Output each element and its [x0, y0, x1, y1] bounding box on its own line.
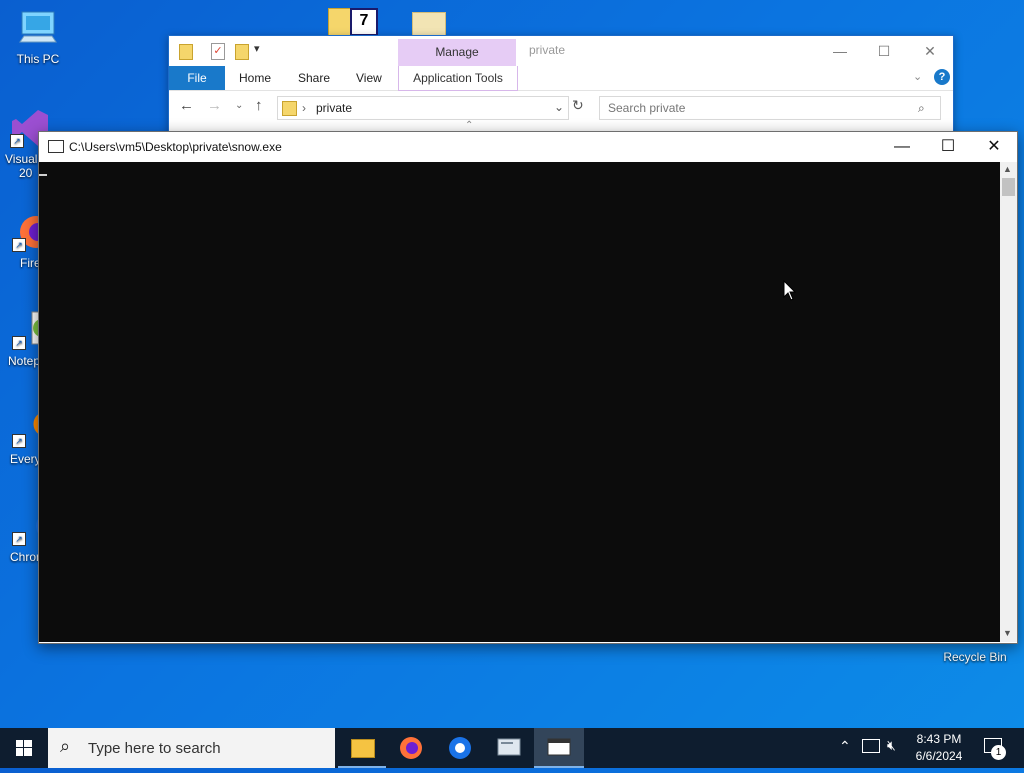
- desktop-icon-this-pc[interactable]: This PC: [0, 8, 76, 66]
- expand-ribbon-icon[interactable]: ⌄: [913, 70, 922, 83]
- tab-file[interactable]: File: [169, 66, 225, 90]
- console-taskbar-icon[interactable]: [534, 728, 584, 768]
- forward-arrow-icon[interactable]: →: [207, 97, 222, 114]
- shortcut-arrow-icon: ↗: [10, 134, 24, 148]
- clock-time[interactable]: 8:43 PM: [912, 732, 966, 746]
- minimize-button[interactable]: —: [879, 132, 925, 162]
- explorer-titlebar[interactable]: ✓ ▾ Manage private — ☐ ✕: [169, 36, 953, 66]
- windows-logo-icon: [16, 740, 32, 756]
- firefox-taskbar-icon[interactable]: [387, 728, 435, 768]
- scroll-up-icon[interactable]: ▲: [1003, 164, 1012, 174]
- breadcrumb-separator-icon: ›: [302, 101, 306, 115]
- minimize-button[interactable]: —: [817, 36, 863, 66]
- desktop-icon-label: This PC: [16, 52, 60, 66]
- app-taskbar-icon[interactable]: [485, 728, 533, 768]
- navigation-bar: ← → ⌄ ↑ › private ⌄ ↻ Search private ⌕: [169, 91, 953, 125]
- scroll-down-icon[interactable]: ▼: [1003, 628, 1012, 638]
- up-arrow-icon[interactable]: ↑: [255, 97, 263, 114]
- mouse-pointer-icon: [783, 280, 797, 301]
- window-title: private: [529, 43, 566, 57]
- text-cursor: [39, 174, 47, 176]
- help-icon[interactable]: ?: [934, 69, 950, 85]
- console-output-area[interactable]: [39, 162, 1000, 642]
- collapse-chevron-icon[interactable]: ⌃: [465, 120, 473, 131]
- maximize-button[interactable]: ☐: [925, 132, 971, 162]
- start-button[interactable]: [0, 728, 48, 768]
- taskbar: ⌕ Type here to search ⌃ 🔇︎ 8:43 PM 6/6/2…: [0, 728, 1024, 768]
- address-bar[interactable]: › private ⌄: [277, 96, 569, 120]
- scrollbar-thumb[interactable]: [1002, 178, 1015, 196]
- folder-icon: [282, 101, 297, 116]
- console-window[interactable]: C:\Users\vm5\Desktop\private\snow.exe — …: [38, 131, 1018, 644]
- show-hidden-icons-icon[interactable]: ⌃: [839, 738, 851, 755]
- recent-locations-icon[interactable]: ⌄: [235, 100, 243, 111]
- shortcut-arrow-icon: ↗: [12, 434, 26, 448]
- chrome-taskbar-icon[interactable]: [436, 728, 484, 768]
- search-icon: ⌕: [918, 101, 925, 115]
- shortcut-arrow-icon: ↗: [12, 238, 26, 252]
- computer-icon: [18, 8, 58, 48]
- console-titlebar[interactable]: C:\Users\vm5\Desktop\private\snow.exe — …: [39, 132, 1017, 162]
- taskbar-search-input[interactable]: Type here to search: [88, 740, 221, 757]
- address-path: private: [316, 101, 353, 115]
- search-input[interactable]: Search private: [608, 97, 685, 119]
- ribbon-tabs: File Home Share View Application Tools ⌄…: [169, 66, 953, 91]
- new-folder-icon[interactable]: [235, 44, 249, 60]
- desktop-icon-label: Recycle Bin: [943, 650, 1007, 664]
- tab-view[interactable]: View: [344, 66, 394, 90]
- volume-muted-icon[interactable]: 🔇︎: [887, 737, 896, 754]
- notification-count-badge: 1: [991, 745, 1006, 760]
- close-button[interactable]: ✕: [907, 36, 953, 66]
- search-box[interactable]: Search private ⌕: [599, 96, 941, 120]
- folder-icon: [179, 44, 193, 60]
- vertical-scrollbar[interactable]: ▲ ▼: [1000, 162, 1017, 642]
- back-arrow-icon[interactable]: ←: [179, 97, 194, 114]
- close-button[interactable]: ✕: [971, 132, 1017, 162]
- quick-access-dropdown-icon[interactable]: ▾: [254, 42, 260, 55]
- refresh-icon[interactable]: ↻: [572, 97, 584, 114]
- search-icon: ⌕: [60, 736, 71, 756]
- tab-application-tools[interactable]: Application Tools: [398, 66, 518, 91]
- properties-icon[interactable]: ✓: [211, 43, 225, 60]
- shortcut-arrow-icon: ↗: [12, 336, 26, 350]
- seven-zip-icon[interactable]: 7: [350, 8, 378, 36]
- maximize-button[interactable]: ☐: [861, 36, 907, 66]
- tab-share[interactable]: Share: [286, 66, 342, 90]
- file-explorer-taskbar-icon[interactable]: [338, 728, 386, 768]
- network-icon[interactable]: [862, 739, 880, 753]
- clock-date[interactable]: 6/6/2024: [912, 749, 966, 763]
- tab-home[interactable]: Home: [227, 66, 283, 90]
- console-window-title: C:\Users\vm5\Desktop\private\snow.exe: [69, 140, 282, 154]
- address-dropdown-icon[interactable]: ⌄: [554, 96, 564, 118]
- console-app-icon: [48, 140, 64, 153]
- shortcut-arrow-icon: ↗: [12, 532, 26, 546]
- manage-context-tab[interactable]: Manage: [398, 39, 516, 66]
- taskbar-search-box[interactable]: ⌕ Type here to search: [48, 728, 335, 768]
